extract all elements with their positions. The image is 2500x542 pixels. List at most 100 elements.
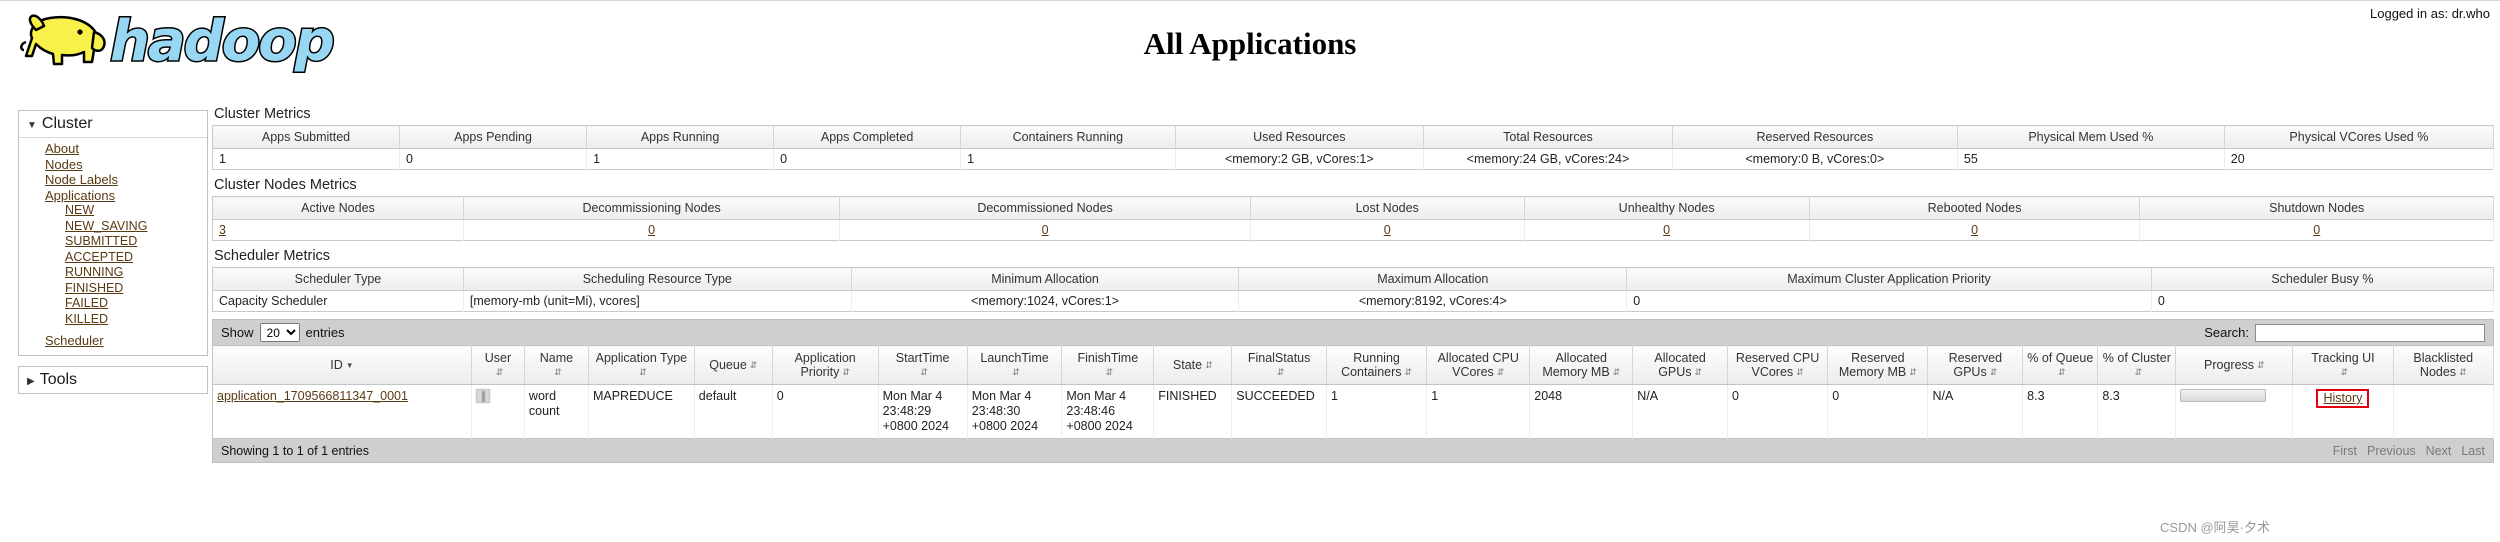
val-scheduler-type: Capacity Scheduler (212, 290, 464, 312)
val-physical-mem-used: 55 (1957, 148, 2225, 170)
sidebar-item-failed[interactable]: FAILED (19, 296, 207, 312)
col-application-type[interactable]: Application Type ⇵ (588, 345, 695, 385)
user-avatar-icon (476, 389, 491, 403)
show-label: Show (221, 325, 254, 340)
cluster-nodes-metrics-table: Active Nodes Decommissioning Nodes Decom… (212, 196, 2494, 241)
col-apps-submitted: Apps Submitted (212, 125, 401, 149)
col-progress[interactable]: Progress ⇵ (2175, 345, 2294, 385)
col-user[interactable]: User ⇵ (471, 345, 525, 385)
col-reserved-cpu-vcores[interactable]: Reserved CPU VCores ⇵ (1727, 345, 1829, 385)
sort-icon: ⇵ (495, 367, 504, 378)
col-allocated-memory-mb[interactable]: Allocated Memory MB ⇵ (1529, 345, 1634, 385)
table-header-row: ID ▼ User ⇵ Name ⇵ Application Type⇵ Queue ⇵… (212, 345, 2495, 385)
cell-application-type: MAPREDUCE (588, 384, 695, 439)
sidebar-item-finished[interactable]: FINISHED (19, 281, 207, 297)
sidebar-item-applications[interactable]: Applications (19, 188, 207, 204)
sort-icon: ⇵ (1796, 367, 1804, 378)
col-containers-running: Containers Running (960, 125, 1176, 149)
val-decommissioned-nodes[interactable]: 0 (1042, 223, 1049, 237)
page-previous-button[interactable]: Previous (2367, 444, 2416, 458)
cell-id: application_1709566811347_0001 (212, 384, 473, 439)
page-next-button[interactable]: Next (2426, 444, 2452, 458)
page-size-select[interactable]: 20 (259, 323, 300, 342)
cluster-section-header[interactable]: ▼ Cluster (19, 111, 207, 138)
col-user-label: User (484, 351, 512, 365)
col-id-label: ID (330, 358, 343, 372)
sort-icon: ⇵ (1012, 367, 1020, 378)
cell-finishtime: Mon Mar 4 23:48:46 +0800 2024 (1061, 384, 1155, 439)
col-allocated-cpu-vcores[interactable]: Allocated CPU VCores ⇵ (1426, 345, 1531, 385)
sidebar-item-accepted[interactable]: ACCEPTED (19, 250, 207, 266)
cell-user (471, 384, 525, 439)
val-shutdown-nodes-cell: 0 (2139, 219, 2494, 241)
sidebar-item-killed[interactable]: KILLED (19, 312, 207, 328)
sort-icon: ⇵ (1694, 367, 1703, 378)
cell-allocated-memory-mb: 2048 (1529, 384, 1634, 439)
sidebar-item-nodes[interactable]: Nodes (19, 157, 207, 173)
search-label: Search: (2204, 325, 2249, 340)
cluster-metrics-title: Cluster Metrics (214, 106, 311, 122)
sidebar-item-new-saving[interactable]: NEW_SAVING (19, 219, 207, 235)
sidebar-item-new[interactable]: NEW (19, 203, 207, 219)
col-pct-of-cluster-label: % of Cluster (2102, 351, 2171, 365)
col-launchtime[interactable]: LaunchTime ⇵ (967, 345, 1063, 385)
col-blacklisted-nodes[interactable]: Blacklisted Nodes ⇵ (2393, 345, 2495, 385)
col-name[interactable]: Name ⇵ (524, 345, 589, 385)
col-allocated-gpus[interactable]: Allocated GPUs ⇵ (1632, 345, 1728, 385)
col-pct-of-queue[interactable]: % of Queue ⇵ (2022, 345, 2099, 385)
page-last-button[interactable]: Last (2461, 444, 2485, 458)
val-unhealthy-nodes[interactable]: 0 (1663, 223, 1670, 237)
col-state-label: State (1172, 358, 1203, 372)
tools-section-header[interactable]: ▶ Tools (18, 365, 208, 394)
val-lost-nodes[interactable]: 0 (1384, 223, 1391, 237)
datatable-footer: Showing 1 to 1 of 1 entries First Previo… (212, 439, 2494, 463)
col-shutdown-nodes: Shutdown Nodes (2139, 196, 2494, 220)
col-apps-completed: Apps Completed (773, 125, 962, 149)
col-reserved-gpus[interactable]: Reserved GPUs ⇵ (1927, 345, 2024, 385)
col-running-containers[interactable]: Running Containers ⇵ (1326, 345, 1428, 385)
col-id[interactable]: ID ▼ (212, 345, 473, 385)
val-scheduling-resource-type: [memory-mb (unit=Mi), vcores] (463, 290, 852, 312)
sidebar-item-submitted[interactable]: SUBMITTED (19, 234, 207, 250)
cell-blacklisted-nodes (2393, 384, 2495, 439)
val-active-nodes[interactable]: 3 (219, 223, 226, 237)
sidebar-item-scheduler[interactable]: Scheduler (19, 333, 207, 349)
col-tracking-ui[interactable]: Tracking UI ⇵ (2292, 345, 2394, 385)
application-id-link[interactable]: application_1709566811347_0001 (217, 389, 408, 403)
val-apps-running: 1 (586, 148, 775, 170)
sidebar-item-running[interactable]: RUNNING (19, 265, 207, 281)
sort-icon: ⇵ (1496, 367, 1505, 378)
cell-name: word count (524, 384, 589, 439)
val-decommissioning-nodes[interactable]: 0 (648, 223, 655, 237)
val-physical-vcores-used: 20 (2224, 148, 2495, 170)
col-finalstatus[interactable]: FinalStatus ⇵ (1231, 345, 1327, 385)
col-application-priority[interactable]: Application Priority ⇵ (772, 345, 879, 385)
tracking-ui-link[interactable]: History (2323, 391, 2362, 405)
sidebar-item-about[interactable]: About (19, 141, 207, 157)
search-input[interactable] (2255, 323, 2485, 342)
col-state[interactable]: State ⇵ (1153, 345, 1233, 385)
val-total-resources: <memory:24 GB, vCores:24> (1423, 148, 1673, 170)
page-first-button[interactable]: First (2333, 444, 2357, 458)
sidebar-item-node-labels[interactable]: Node Labels (19, 172, 207, 188)
val-rebooted-nodes[interactable]: 0 (1971, 223, 1978, 237)
sort-icon: ⇵ (2340, 367, 2349, 378)
col-queue[interactable]: Queue ⇵ (694, 345, 773, 385)
col-starttime-label: StartTime (895, 351, 950, 365)
col-physical-mem-used: Physical Mem Used % (1957, 125, 2225, 149)
sort-desc-icon: ▼ (345, 361, 354, 371)
cell-tracking-ui: History (2292, 384, 2394, 439)
val-decommissioning-nodes-cell: 0 (463, 219, 841, 241)
col-pct-of-cluster[interactable]: % of Cluster ⇵ (2097, 345, 2177, 385)
val-decommissioned-nodes-cell: 0 (839, 219, 1251, 241)
logged-in-label: Logged in as: dr.who (2370, 6, 2490, 21)
sort-icon: ⇵ (920, 367, 928, 378)
val-minimum-allocation: <memory:1024, vCores:1> (851, 290, 1240, 312)
col-allocated-memory-mb-label: Allocated Memory MB (1542, 351, 1610, 379)
col-reserved-memory-mb[interactable]: Reserved Memory MB ⇵ (1827, 345, 1929, 385)
val-shutdown-nodes[interactable]: 0 (2313, 223, 2320, 237)
col-queue-label: Queue (709, 358, 747, 372)
col-finishtime[interactable]: FinishTime ⇵ (1061, 345, 1155, 385)
val-max-cluster-app-priority: 0 (1626, 290, 2152, 312)
col-starttime[interactable]: StartTime ⇵ (878, 345, 968, 385)
